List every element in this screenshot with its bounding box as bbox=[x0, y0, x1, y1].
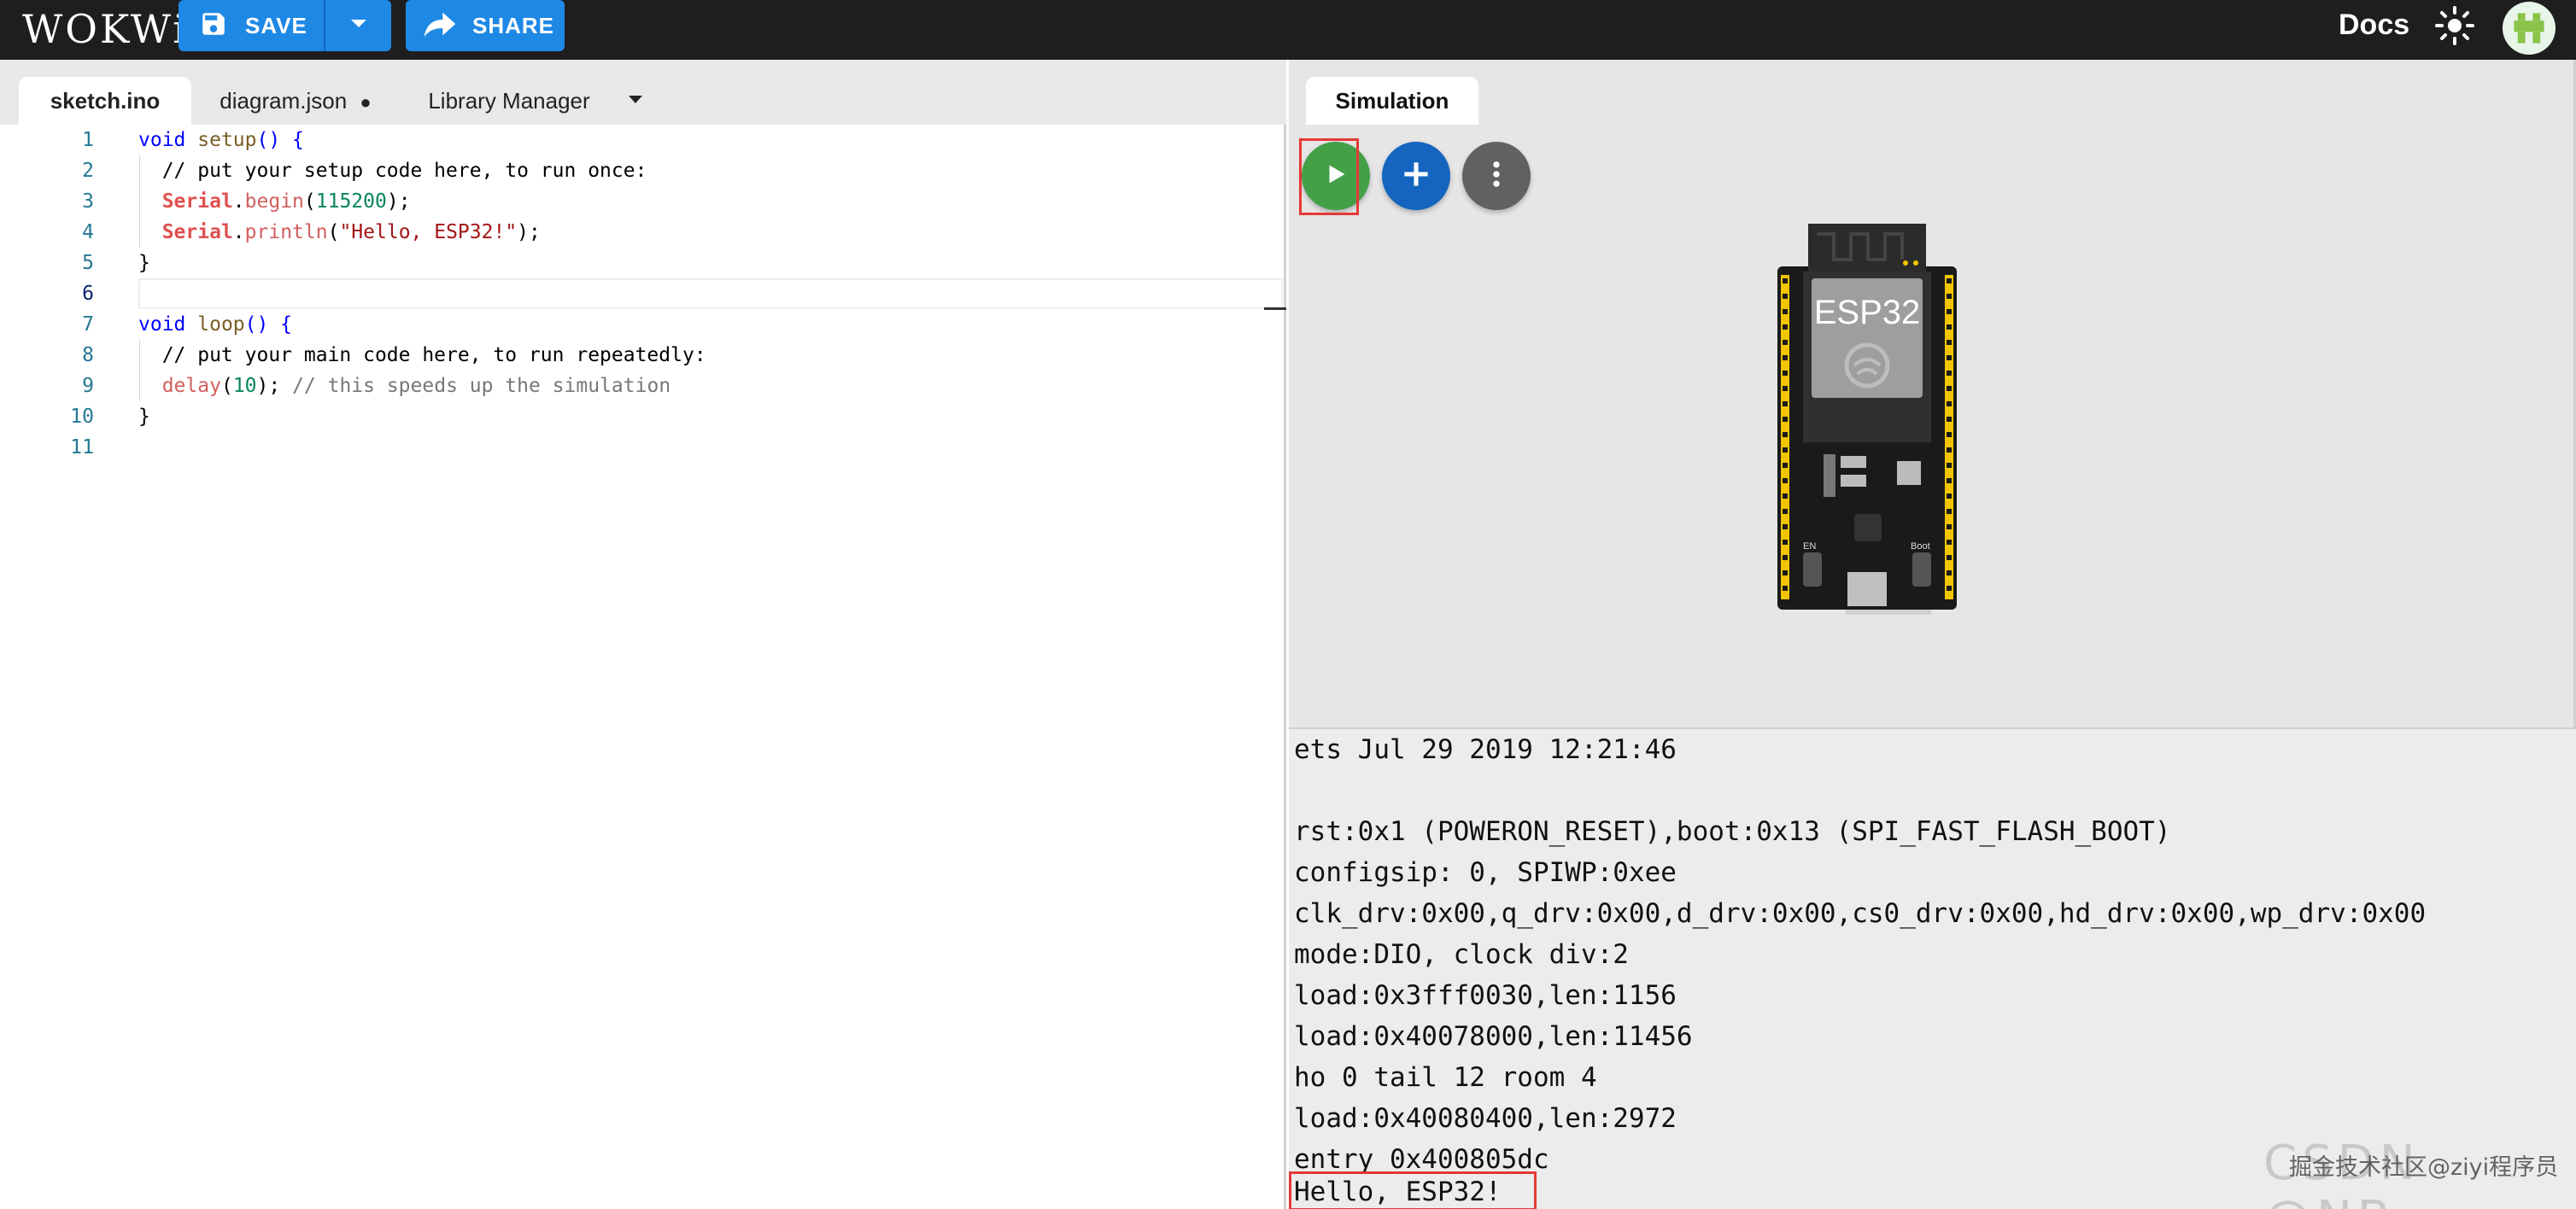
code-line: 10 } bbox=[0, 401, 1284, 432]
identicon-icon bbox=[2514, 13, 2544, 44]
annotation-box-output bbox=[1289, 1171, 1537, 1209]
code-line: 3 Serial.begin(115200); bbox=[0, 186, 1284, 217]
save-button-label: SAVE bbox=[245, 12, 307, 38]
code-line: 11 bbox=[0, 432, 1284, 463]
save-button-group: SAVE bbox=[179, 0, 391, 51]
serial-output-line: mode:DIO, clock div:2 bbox=[1294, 939, 1629, 970]
serial-output-line: ets Jul 29 2019 12:21:46 bbox=[1294, 734, 1677, 765]
plus-icon bbox=[1402, 160, 1431, 193]
code-text: // put your setup code here, to run once… bbox=[138, 160, 647, 182]
code-line: 9 delay(10); // this speeds up the simul… bbox=[0, 371, 1284, 401]
unsaved-dot-icon: ● bbox=[360, 91, 372, 113]
code-text: } bbox=[138, 406, 150, 428]
line-number: 2 bbox=[82, 160, 94, 182]
more-options-button[interactable] bbox=[1462, 142, 1531, 210]
tab-library-manager[interactable]: Library Manager bbox=[407, 77, 612, 125]
line-number: 6 bbox=[82, 283, 94, 305]
share-button-label: SHARE bbox=[472, 12, 555, 38]
editor-tab-bar: sketch.ino diagram.json ● Library Manage… bbox=[0, 60, 1286, 125]
line-number: 10 bbox=[70, 406, 94, 428]
overview-ruler-cursor bbox=[1264, 307, 1286, 310]
serial-output-line: configsip: 0, SPIWP:0xee bbox=[1294, 857, 1677, 888]
code-line: 8 // put your main code here, to run rep… bbox=[0, 340, 1284, 371]
share-arrow-icon bbox=[423, 9, 457, 43]
top-bar: WOKWi SAVE SHARE Docs bbox=[0, 0, 2576, 60]
line-number: 3 bbox=[82, 190, 94, 213]
code-text: void loop() { bbox=[138, 313, 293, 336]
code-text: // put your main code here, to run repea… bbox=[138, 344, 706, 366]
serial-output-line: ho 0 tail 12 room 4 bbox=[1294, 1062, 1597, 1093]
esp32-board-label: ESP32 bbox=[1813, 294, 1921, 331]
code-line: 7 void loop() { bbox=[0, 309, 1284, 340]
tab-label: Library Manager bbox=[428, 88, 590, 114]
annotation-box-play bbox=[1299, 138, 1359, 215]
docs-link[interactable]: Docs bbox=[2339, 7, 2409, 43]
en-button-label: EN bbox=[1803, 541, 1817, 552]
code-line: 4 Serial.println("Hello, ESP32!"); bbox=[0, 217, 1284, 248]
line-number: 5 bbox=[82, 252, 94, 274]
tabs-menu-caret-icon[interactable] bbox=[629, 96, 642, 103]
code-line-current: 6 bbox=[0, 278, 1284, 309]
tab-simulation[interactable]: Simulation bbox=[1306, 77, 1478, 125]
floppy-disk-icon bbox=[199, 9, 228, 43]
wokwi-logo[interactable]: WOKWi bbox=[22, 5, 188, 53]
add-part-button[interactable] bbox=[1382, 142, 1450, 210]
tab-diagram-json[interactable]: diagram.json ● bbox=[202, 77, 389, 125]
simulation-panel: Simulation ESP32 EN Boot bbox=[1289, 60, 2576, 727]
serial-output-line: load:0x40080400,len:2972 bbox=[1294, 1103, 1677, 1134]
serial-output-line: clk_drv:0x00,q_drv:0x00,d_drv:0x00,cs0_d… bbox=[1294, 898, 2427, 929]
line-number: 11 bbox=[70, 436, 94, 458]
boot-button-label: Boot bbox=[1911, 541, 1930, 552]
code-line: 2 // put your setup code here, to run on… bbox=[0, 155, 1284, 186]
save-options-dropdown[interactable] bbox=[325, 0, 391, 51]
share-button[interactable]: SHARE bbox=[406, 0, 565, 51]
esp32-devkit-board[interactable]: ESP32 EN Boot bbox=[1769, 224, 1965, 621]
line-number: 9 bbox=[82, 375, 94, 397]
line-number: 8 bbox=[82, 344, 94, 366]
current-line-highlight bbox=[138, 278, 1283, 309]
code-text: } bbox=[138, 252, 150, 274]
code-line: 1 void setup() { bbox=[0, 125, 1284, 155]
code-line: 5 } bbox=[0, 248, 1284, 278]
tab-label: diagram.json bbox=[220, 88, 348, 114]
serial-output-line: rst:0x1 (POWERON_RESET),boot:0x13 (SPI_F… bbox=[1294, 816, 2171, 847]
save-button[interactable]: SAVE bbox=[179, 0, 324, 51]
code-text: Serial.begin(115200); bbox=[161, 190, 411, 213]
code-area[interactable]: 1 void setup() { 2 // put your setup cod… bbox=[0, 125, 1286, 1209]
code-editor-panel: sketch.ino diagram.json ● Library Manage… bbox=[0, 60, 1286, 1209]
user-avatar[interactable] bbox=[2503, 2, 2556, 55]
code-text: void setup() { bbox=[138, 129, 304, 151]
tab-label: sketch.ino bbox=[50, 88, 161, 114]
watermark: 掘金技术社区@ziyi程序员 bbox=[2289, 1154, 2559, 1181]
line-number: 7 bbox=[82, 313, 94, 336]
theme-toggle-sun-icon[interactable] bbox=[2434, 5, 2475, 50]
serial-output-line: load:0x3fff0030,len:1156 bbox=[1294, 980, 1677, 1011]
code-text: delay(10); // this speeds up the simulat… bbox=[161, 375, 671, 397]
line-number: 1 bbox=[82, 129, 94, 151]
more-vert-icon bbox=[1492, 161, 1501, 192]
line-number: 4 bbox=[82, 221, 94, 243]
serial-output-line: load:0x40078000,len:11456 bbox=[1294, 1021, 1693, 1052]
tab-sketch-ino[interactable]: sketch.ino bbox=[19, 77, 191, 125]
code-text: Serial.println("Hello, ESP32!"); bbox=[161, 221, 541, 243]
caret-down-icon bbox=[349, 18, 368, 34]
